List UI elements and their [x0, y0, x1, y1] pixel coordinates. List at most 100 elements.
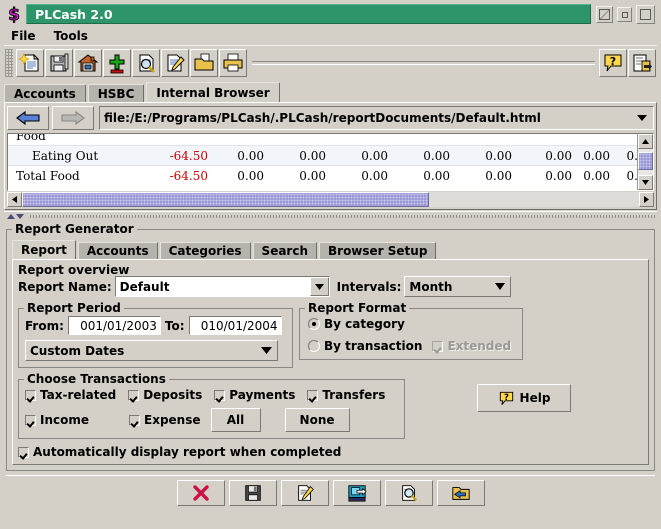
generate-report-button[interactable] — [332, 480, 381, 506]
minimize-button[interactable] — [596, 5, 613, 23]
find-button[interactable] — [132, 49, 160, 77]
period-preset-dropdown-button[interactable] — [255, 347, 277, 354]
menu-tools[interactable]: Tools — [51, 28, 97, 44]
edit-button[interactable] — [161, 49, 189, 77]
action-button-bar — [6, 475, 655, 510]
tab-search[interactable]: Search — [252, 242, 317, 259]
scroll-up-arrow-icon — [642, 139, 649, 144]
tab-accounts[interactable]: Accounts — [4, 84, 86, 102]
to-date-field[interactable]: 010/01/2004 — [188, 316, 282, 335]
collapse-down-icon[interactable] — [16, 214, 24, 219]
report-name-dropdown-button[interactable] — [309, 277, 329, 296]
edit-button[interactable] — [280, 480, 329, 506]
tab-hsbc[interactable]: HSBC — [87, 84, 145, 102]
horizontal-scroll-thumb[interactable] — [22, 192, 430, 207]
split-pane-divider[interactable] — [4, 211, 657, 221]
radio-by-category-row[interactable]: By category — [308, 317, 516, 331]
restore-button[interactable] — [617, 6, 632, 22]
tab-browser-setup[interactable]: Browser Setup — [319, 242, 437, 259]
checkbox-deposits[interactable] — [128, 389, 140, 401]
scroll-left-arrow-icon — [12, 196, 17, 203]
transfers-label: Transfers — [322, 388, 386, 402]
scroll-down-button[interactable] — [638, 175, 653, 190]
back-button[interactable] — [7, 106, 49, 130]
intervals-combobox[interactable]: Month — [404, 276, 512, 297]
home-button[interactable] — [74, 49, 102, 77]
row-value: 0.00 — [237, 168, 264, 183]
from-label: From: — [25, 318, 64, 333]
tab-internal-browser[interactable]: Internal Browser — [146, 82, 280, 102]
checkbox-tax-related[interactable] — [25, 389, 36, 401]
horizontal-scroll-track[interactable] — [22, 192, 639, 207]
scroll-up-button[interactable] — [638, 134, 653, 149]
title-bar: $ PLCash 2.0 — [2, 2, 659, 26]
print-button[interactable] — [219, 49, 247, 77]
save-button[interactable] — [228, 480, 277, 506]
scroll-right-button[interactable] — [639, 192, 654, 207]
intervals-dropdown-button[interactable] — [490, 283, 510, 290]
delete-button[interactable] — [176, 480, 225, 506]
save-file-button[interactable] — [45, 49, 73, 77]
url-text: file:/E:/Programs/PLCash/.PLCash/reportD… — [104, 111, 541, 125]
radio-by-transaction[interactable] — [308, 340, 320, 352]
tab-categories[interactable]: Categories — [159, 242, 251, 259]
open-button[interactable] — [436, 480, 485, 506]
deposits-label: Deposits — [143, 388, 203, 402]
checkbox-auto-display[interactable] — [18, 446, 29, 458]
row-value: -64.50 — [169, 148, 208, 163]
extended-label: Extended — [447, 339, 512, 353]
vertical-scroll-track[interactable] — [638, 149, 653, 175]
collapse-up-icon[interactable] — [7, 214, 15, 219]
tab-label: Report — [21, 243, 67, 257]
row-value: 0.00 — [423, 168, 450, 183]
report-name-combobox[interactable]: Default — [114, 276, 330, 297]
vertical-scroll-thumb[interactable] — [638, 152, 653, 170]
vertical-scrollbar[interactable] — [637, 134, 653, 190]
scroll-left-button[interactable] — [7, 192, 22, 207]
report-button[interactable] — [628, 49, 656, 77]
toolbar-drag-handle[interactable] — [5, 49, 13, 77]
income-label: Income — [40, 413, 90, 427]
tab-report[interactable]: Report — [12, 240, 76, 259]
table-row: Food — [8, 134, 637, 145]
application-window: $ PLCash 2.0 File Tools ? Accounts HSBC … — [0, 0, 661, 529]
horizontal-scrollbar[interactable] — [7, 192, 654, 207]
select-none-button[interactable]: None — [284, 408, 350, 432]
checkbox-payments[interactable] — [214, 389, 226, 401]
row-value: 0. — [626, 168, 637, 183]
url-combobox[interactable]: file:/E:/Programs/PLCash/.PLCash/reportD… — [99, 106, 654, 130]
dollar-sign-icon: $ — [4, 4, 24, 26]
radio-by-category[interactable] — [308, 318, 320, 330]
table-row: Total Food -64.50 0.00 0.00 0.00 0.00 0.… — [8, 166, 637, 185]
help-button[interactable]: ? — [599, 49, 627, 77]
all-label: All — [226, 413, 245, 427]
checkbox-transfers[interactable] — [307, 389, 319, 401]
chevron-down-icon[interactable] — [637, 115, 647, 121]
period-preset-combobox[interactable]: Custom Dates — [25, 340, 278, 361]
add-remove-button[interactable] — [103, 49, 131, 77]
preview-button[interactable] — [384, 480, 433, 506]
choose-transactions-legend: Choose Transactions — [27, 372, 166, 386]
report-generator-legend: Report Generator — [15, 222, 134, 236]
toolbar-separator — [252, 61, 595, 65]
select-all-button[interactable]: All — [210, 408, 261, 432]
row-value: 0.00 — [583, 168, 610, 183]
menu-file[interactable]: File — [8, 28, 45, 44]
new-file-button[interactable] — [16, 49, 44, 77]
forward-button[interactable] — [52, 106, 94, 130]
svg-text:$: $ — [8, 5, 20, 24]
open-folder-button[interactable] — [190, 49, 218, 77]
scroll-down-arrow-icon — [642, 180, 649, 185]
help-button[interactable]: ? Help — [477, 384, 571, 412]
maximize-button[interactable] — [636, 4, 655, 24]
magnifier-document-icon — [401, 485, 417, 502]
svg-text:?: ? — [504, 393, 509, 403]
svg-text:?: ? — [610, 55, 616, 68]
tab-label: Accounts — [14, 86, 76, 101]
checkbox-income[interactable] — [25, 414, 36, 426]
from-date-field[interactable]: 001/01/2003 — [67, 316, 161, 335]
chevron-down-icon — [314, 283, 324, 290]
floppy-disk-icon — [244, 485, 261, 501]
tab-accounts-inner[interactable]: Accounts — [77, 242, 158, 259]
checkbox-expense[interactable] — [129, 414, 141, 426]
